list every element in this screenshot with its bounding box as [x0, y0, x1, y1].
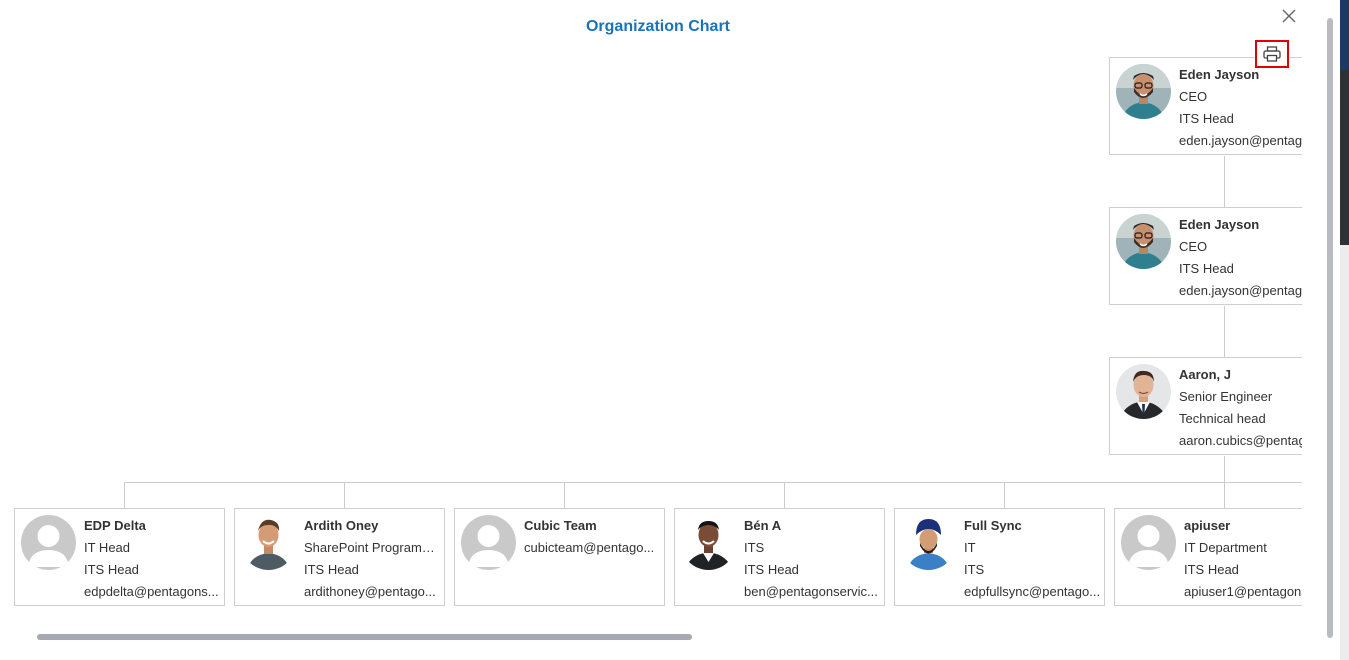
avatar: [901, 515, 956, 570]
node-name: Aaron, J: [1179, 367, 1232, 382]
node-email: eden.jayson@pentagc: [1179, 283, 1302, 298]
node-department: ITS Head: [84, 562, 139, 577]
horizontal-scrollbar[interactable]: [37, 634, 692, 640]
node-role: SharePoint Programm...: [304, 540, 442, 555]
node-name: EDP Delta: [84, 518, 146, 533]
node-email: edpfullsync@pentago...: [964, 584, 1101, 599]
node-role: IT: [964, 540, 976, 555]
node-name: Full Sync: [964, 518, 1022, 533]
node-role: IT Head: [84, 540, 131, 555]
avatar-placeholder: [461, 515, 516, 570]
connector-line: [1224, 456, 1225, 482]
node-email: ben@pentagonservic...: [744, 584, 878, 599]
node-email: ardithoney@pentago...: [304, 584, 436, 599]
connector-line: [1224, 156, 1225, 207]
node-name: Bén A: [744, 518, 782, 533]
printer-icon: [1263, 46, 1281, 62]
page-title: Organization Chart: [585, 18, 730, 35]
org-node-card[interactable]: Cubic Team cubicteam@pentago...: [454, 508, 665, 606]
org-node-card[interactable]: Ardith Oney SharePoint Programm... ITS H…: [234, 508, 445, 606]
node-role: CEO: [1179, 239, 1208, 254]
node-name: Eden Jayson: [1179, 217, 1260, 232]
node-department: ITS Head: [304, 562, 359, 577]
org-node-card[interactable]: Bén A ITS ITS Head ben@pentagonservic...: [674, 508, 885, 606]
org-node-card[interactable]: EDP Delta IT Head ITS Head edpdelta@pent…: [14, 508, 225, 606]
node-email: cubicteam@pentago...: [524, 540, 655, 555]
avatar: [1116, 64, 1171, 119]
node-role: CEO: [1179, 89, 1208, 104]
node-email: eden.jayson@pentagc: [1179, 133, 1302, 148]
org-node-card[interactable]: Aaron, J Senior Engineer Technical head …: [1109, 357, 1302, 455]
connector-line: [784, 482, 785, 508]
avatar: [681, 515, 736, 570]
org-node-card[interactable]: Eden Jayson CEO ITS Head eden.jayson@pen…: [1109, 207, 1302, 305]
node-role: IT Department: [1184, 540, 1267, 555]
node-email: apiuser1@pentagons: [1184, 584, 1302, 599]
org-node-card[interactable]: Eden Jayson CEO ITS Head eden.jayson@pen…: [1109, 57, 1302, 155]
org-node-card[interactable]: Full Sync IT ITS edpfullsync@pentago...: [894, 508, 1105, 606]
connector-line: [1004, 482, 1005, 508]
node-role: Senior Engineer: [1179, 389, 1273, 404]
node-department: ITS: [964, 562, 985, 577]
print-button[interactable]: [1255, 40, 1289, 68]
avatar: [1116, 214, 1171, 269]
node-name: Ardith Oney: [304, 518, 379, 533]
node-department: ITS Head: [1179, 111, 1234, 126]
background-window-edge: [1340, 0, 1349, 660]
node-name: apiuser: [1184, 518, 1231, 533]
org-node-card[interactable]: apiuser IT Department ITS Head apiuser1@…: [1114, 508, 1302, 606]
connector-line: [124, 482, 125, 508]
connector-line: [124, 482, 1302, 483]
avatar: [1116, 364, 1171, 419]
connector-line: [1224, 306, 1225, 357]
node-email: edpdelta@pentagons...: [84, 584, 219, 599]
avatar-placeholder: [1121, 515, 1176, 570]
connector-line: [344, 482, 345, 508]
node-department: ITS Head: [744, 562, 799, 577]
vertical-scrollbar[interactable]: [1327, 18, 1333, 638]
avatar: [241, 515, 296, 570]
node-role: ITS: [744, 540, 765, 555]
connector-line: [564, 482, 565, 508]
node-email: aaron.cubics@pentag: [1179, 433, 1302, 448]
node-department: ITS Head: [1179, 261, 1234, 276]
avatar-placeholder: [21, 515, 76, 570]
node-department: Technical head: [1179, 411, 1266, 426]
close-icon[interactable]: [1281, 8, 1297, 24]
connector-line: [1224, 482, 1225, 508]
node-name: Cubic Team: [524, 518, 597, 533]
org-chart-canvas[interactable]: Eden Jayson CEO ITS Head eden.jayson@pen…: [0, 0, 1302, 625]
node-department: ITS Head: [1184, 562, 1239, 577]
